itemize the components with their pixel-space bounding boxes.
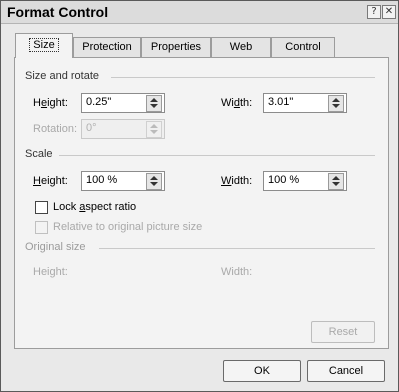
spin-up-icon <box>332 176 340 180</box>
reset-button: Reset <box>311 321 375 343</box>
spin-down-icon <box>150 182 158 186</box>
height-spinner[interactable]: 0.25" <box>81 93 165 113</box>
cancel-button[interactable]: Cancel <box>307 360 385 382</box>
size-rotate-divider <box>111 77 375 78</box>
original-size-divider <box>99 248 375 249</box>
relative-size-checkbox <box>35 221 48 234</box>
width-spin-buttons[interactable] <box>328 95 344 112</box>
original-height-label: Height: <box>33 266 68 278</box>
scale-divider <box>59 155 375 156</box>
scale-width-spin-buttons[interactable] <box>328 173 344 190</box>
size-tab-panel: Size and rotate Height: 0.25" Width: 3.0… <box>14 57 389 349</box>
scale-width-value: 100 % <box>268 174 300 186</box>
tab-size-label: Size <box>29 38 59 52</box>
title-bar: Format Control ? ✕ <box>1 1 398 24</box>
spin-up-icon <box>150 98 158 102</box>
width-value: 3.01" <box>268 96 294 108</box>
scale-height-value: 100 % <box>86 174 118 186</box>
scale-width-spinner[interactable]: 100 % <box>263 171 347 191</box>
scale-height-spin-buttons[interactable] <box>146 173 162 190</box>
relative-size-label: Relative to original picture size <box>53 221 203 233</box>
ok-button[interactable]: OK <box>223 360 301 382</box>
height-spin-buttons[interactable] <box>146 95 162 112</box>
tab-properties[interactable]: Properties <box>141 37 211 57</box>
height-label: Height: <box>33 97 68 109</box>
rotation-spinner: 0° <box>81 119 165 139</box>
rotation-label: Rotation: <box>33 123 78 135</box>
tab-web[interactable]: Web <box>211 37 271 57</box>
original-width-label: Width: <box>221 266 253 278</box>
spin-up-icon <box>150 176 158 180</box>
format-control-dialog: Format Control ? ✕ Size Protection Prope… <box>0 0 399 392</box>
spin-down-icon <box>150 104 158 108</box>
spin-down-icon <box>332 182 340 186</box>
width-label: Width: <box>221 97 253 109</box>
lock-aspect-ratio-checkbox[interactable] <box>35 201 48 214</box>
scale-heading: Scale <box>25 148 53 160</box>
tab-control[interactable]: Control <box>271 37 335 57</box>
scale-width-label: Width: <box>221 175 253 187</box>
width-spinner[interactable]: 3.01" <box>263 93 347 113</box>
rotation-value: 0° <box>86 122 97 134</box>
original-size-heading: Original size <box>25 241 86 253</box>
tab-protection[interactable]: Protection <box>73 37 141 57</box>
tab-size[interactable]: Size <box>15 33 73 58</box>
spin-down-icon <box>150 130 158 134</box>
size-and-rotate-heading: Size and rotate <box>25 70 99 82</box>
spin-up-icon <box>150 124 158 128</box>
close-icon[interactable]: ✕ <box>382 5 396 19</box>
window-title: Format Control <box>7 4 109 20</box>
scale-height-spinner[interactable]: 100 % <box>81 171 165 191</box>
scale-height-label: Height: <box>33 175 68 187</box>
help-icon[interactable]: ? <box>367 5 381 19</box>
height-value: 0.25" <box>86 96 112 108</box>
lock-aspect-ratio-label[interactable]: Lock aspect ratio <box>53 201 136 213</box>
spin-up-icon <box>332 98 340 102</box>
rotation-spin-buttons <box>146 121 162 138</box>
spin-down-icon <box>332 104 340 108</box>
